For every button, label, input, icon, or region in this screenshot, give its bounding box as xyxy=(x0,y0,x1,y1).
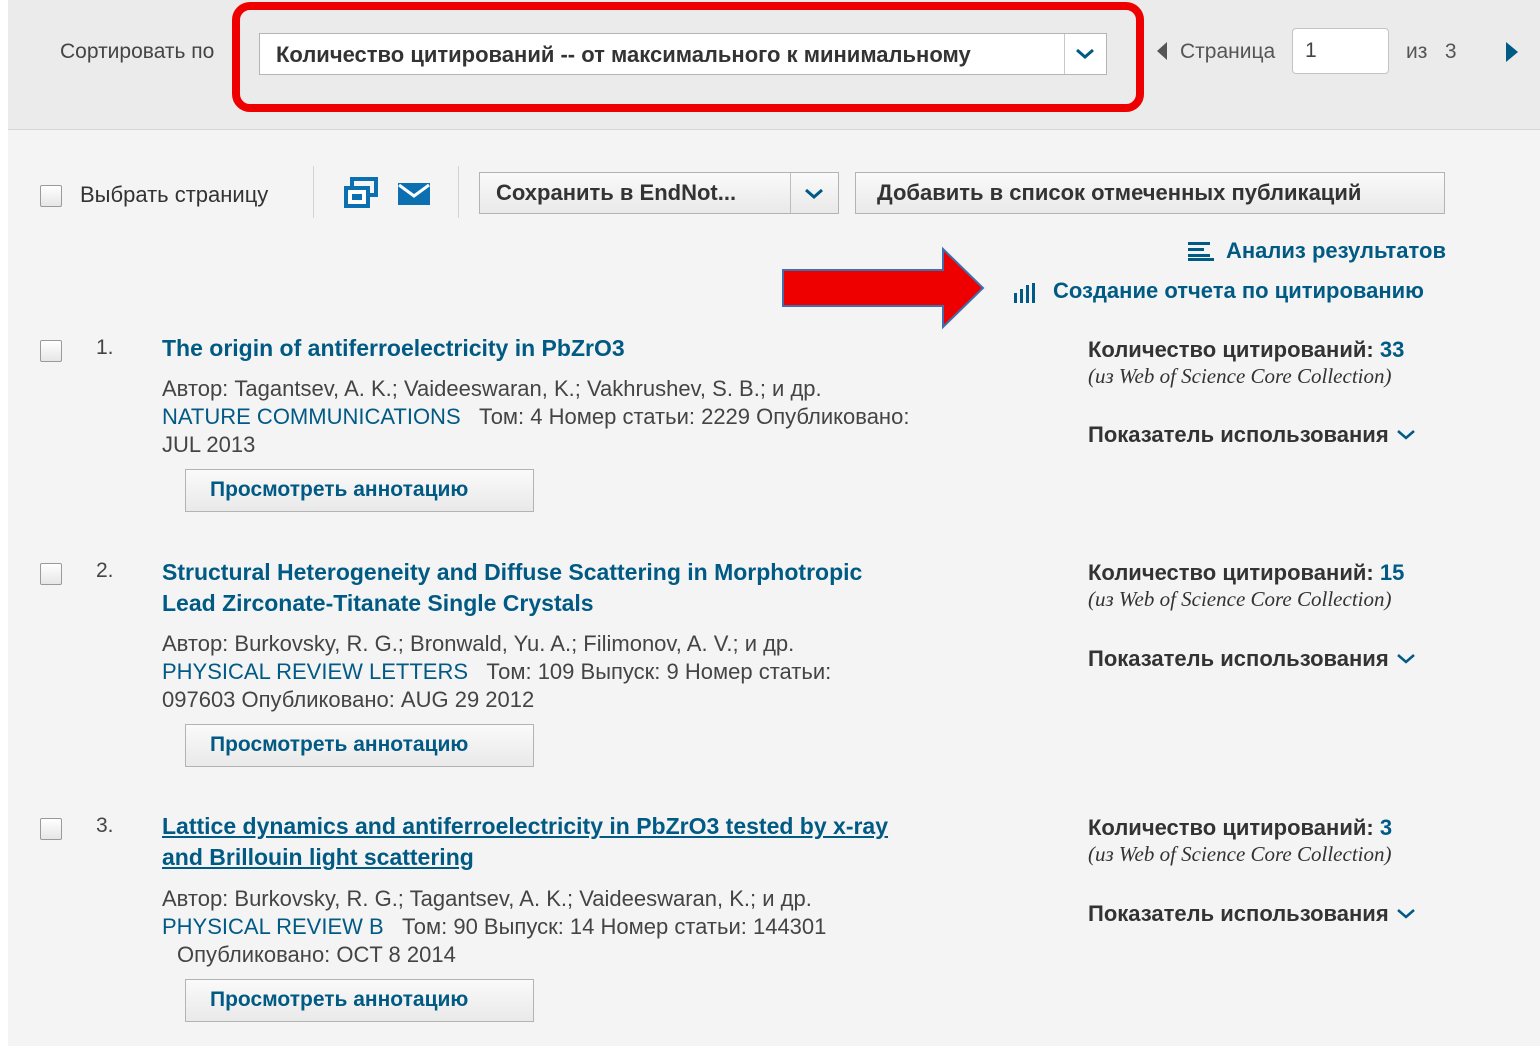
print-icon[interactable] xyxy=(343,176,379,215)
toolbar-divider xyxy=(458,166,459,218)
record-title-link[interactable]: Lattice dynamics and antiferroelectricit… xyxy=(162,811,1032,873)
record-source-line: NATURE COMMUNICATIONS Том: 4 Номер стать… xyxy=(162,404,910,429)
journal-link[interactable]: NATURE COMMUNICATIONS xyxy=(162,404,461,429)
page-label: Страница xyxy=(1180,40,1276,63)
record-checkbox[interactable] xyxy=(40,563,62,585)
select-page-label: Выбрать страницу xyxy=(80,182,269,207)
chevron-down-icon xyxy=(1396,654,1415,664)
total-pages: 3 xyxy=(1444,40,1457,63)
record-published-date: Опубликовано: OCT 8 2014 xyxy=(177,942,456,967)
record-checkbox[interactable] xyxy=(40,340,62,362)
record-title-link[interactable]: Structural Heterogeneity and Diffuse Sca… xyxy=(162,557,1032,619)
view-abstract-button[interactable]: Просмотреть аннотацию xyxy=(185,979,534,1022)
sort-label: Сортировать по xyxy=(60,40,215,63)
times-cited-count[interactable]: 15 xyxy=(1380,560,1404,585)
chevron-down-icon[interactable] xyxy=(790,173,838,213)
save-to-endnote-button[interactable]: Сохранить в EndNot... xyxy=(479,172,839,214)
record-authors: Автор: Burkovsky, R. G.; Tagantsev, A. K… xyxy=(162,886,812,911)
next-page-icon[interactable] xyxy=(1504,40,1520,69)
record-published-date: JUL 2013 xyxy=(162,432,256,457)
record-authors: Автор: Tagantsev, A. K.; Vaideeswaran, K… xyxy=(162,376,822,401)
highlight-box xyxy=(232,2,1144,112)
journal-link[interactable]: PHYSICAL REVIEW LETTERS xyxy=(162,659,468,684)
save-to-endnote-label: Сохранить в EndNot... xyxy=(496,180,737,205)
record-checkbox[interactable] xyxy=(40,818,62,840)
toolbar-divider xyxy=(313,166,314,218)
times-cited-count[interactable]: 33 xyxy=(1380,337,1404,362)
add-to-marked-list-label: Добавить в список отмеченных публикаций xyxy=(877,180,1362,205)
record-number: 3. xyxy=(96,814,114,837)
journal-link[interactable]: PHYSICAL REVIEW B xyxy=(162,914,384,939)
citation-source-note: (из Web of Science Core Collection) xyxy=(1088,364,1392,388)
email-icon[interactable] xyxy=(397,182,431,211)
bar-chart-icon xyxy=(1014,283,1038,308)
record-authors: Автор: Burkovsky, R. G.; Bronwald, Yu. A… xyxy=(162,631,795,656)
page-number-input[interactable] xyxy=(1292,28,1389,74)
chevron-down-icon xyxy=(1396,430,1415,440)
record-source-line: PHYSICAL REVIEW LETTERS Том: 109 Выпуск:… xyxy=(162,659,832,684)
analyze-results-link[interactable]: Анализ результатов xyxy=(1226,238,1446,264)
analyze-results-icon xyxy=(1188,241,1214,266)
view-abstract-button[interactable]: Просмотреть аннотацию xyxy=(185,469,534,512)
times-cited: Количество цитирований: 15 xyxy=(1088,560,1405,585)
red-arrow-annotation xyxy=(780,246,988,335)
times-cited-count[interactable]: 3 xyxy=(1380,815,1392,840)
record-published-date: 097603 Опубликовано: AUG 29 2012 xyxy=(162,687,535,712)
record-source-line: PHYSICAL REVIEW B Том: 90 Выпуск: 14 Ном… xyxy=(162,914,827,939)
citation-source-note: (из Web of Science Core Collection) xyxy=(1088,587,1392,611)
add-to-marked-list-button[interactable]: Добавить в список отмеченных публикаций xyxy=(855,172,1445,214)
view-abstract-label: Просмотреть аннотацию xyxy=(210,478,469,501)
usage-count-toggle[interactable]: Показатель использования xyxy=(1088,901,1417,927)
times-cited: Количество цитирований: 3 xyxy=(1088,815,1393,840)
citation-source-note: (из Web of Science Core Collection) xyxy=(1088,842,1392,866)
record-title-link[interactable]: The origin of antiferroelectricity in Pb… xyxy=(162,333,1032,364)
previous-page-icon[interactable] xyxy=(1154,40,1168,67)
select-page-checkbox[interactable] xyxy=(40,185,62,207)
record-number: 1. xyxy=(96,336,114,359)
view-abstract-button[interactable]: Просмотреть аннотацию xyxy=(185,724,534,767)
times-cited: Количество цитирований: 33 xyxy=(1088,337,1405,362)
page-of-label: из 3 xyxy=(1406,40,1457,63)
usage-count-toggle[interactable]: Показатель использования xyxy=(1088,422,1417,448)
view-abstract-label: Просмотреть аннотацию xyxy=(210,988,469,1011)
chevron-down-icon xyxy=(1396,909,1415,919)
usage-count-toggle[interactable]: Показатель использования xyxy=(1088,646,1417,672)
citation-report-link[interactable]: Создание отчета по цитированию xyxy=(1053,278,1424,304)
record-number: 2. xyxy=(96,559,114,582)
view-abstract-label: Просмотреть аннотацию xyxy=(210,733,469,756)
